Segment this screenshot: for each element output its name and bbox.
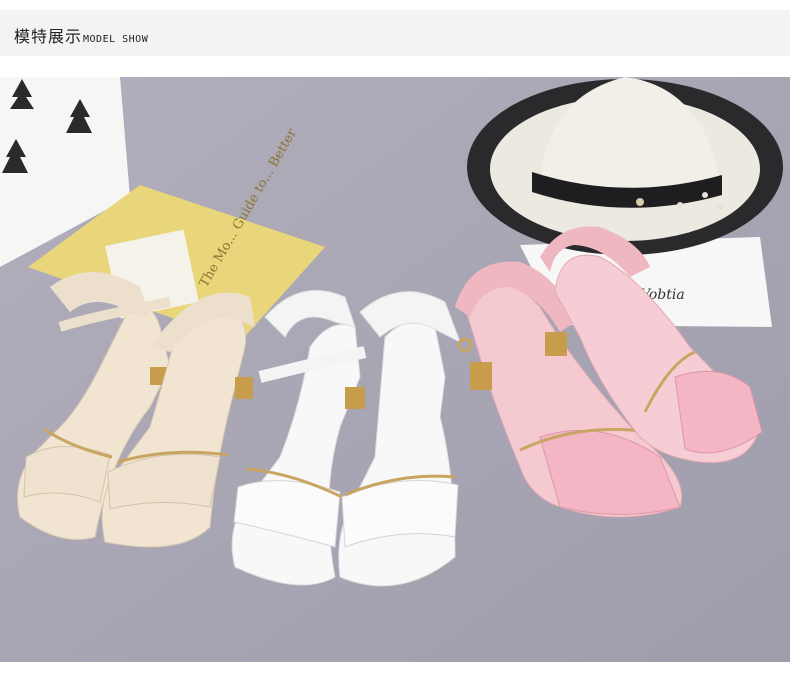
product-photo: The Mo... Guide to... Better Vobtia	[0, 77, 790, 662]
section-title-cn: 模特展示	[14, 27, 83, 46]
section-title: 模特展示MODEL SHOW	[14, 23, 148, 47]
section-title-en: MODEL SHOW	[83, 34, 149, 45]
section-header: 模特展示MODEL SHOW	[0, 10, 790, 56]
